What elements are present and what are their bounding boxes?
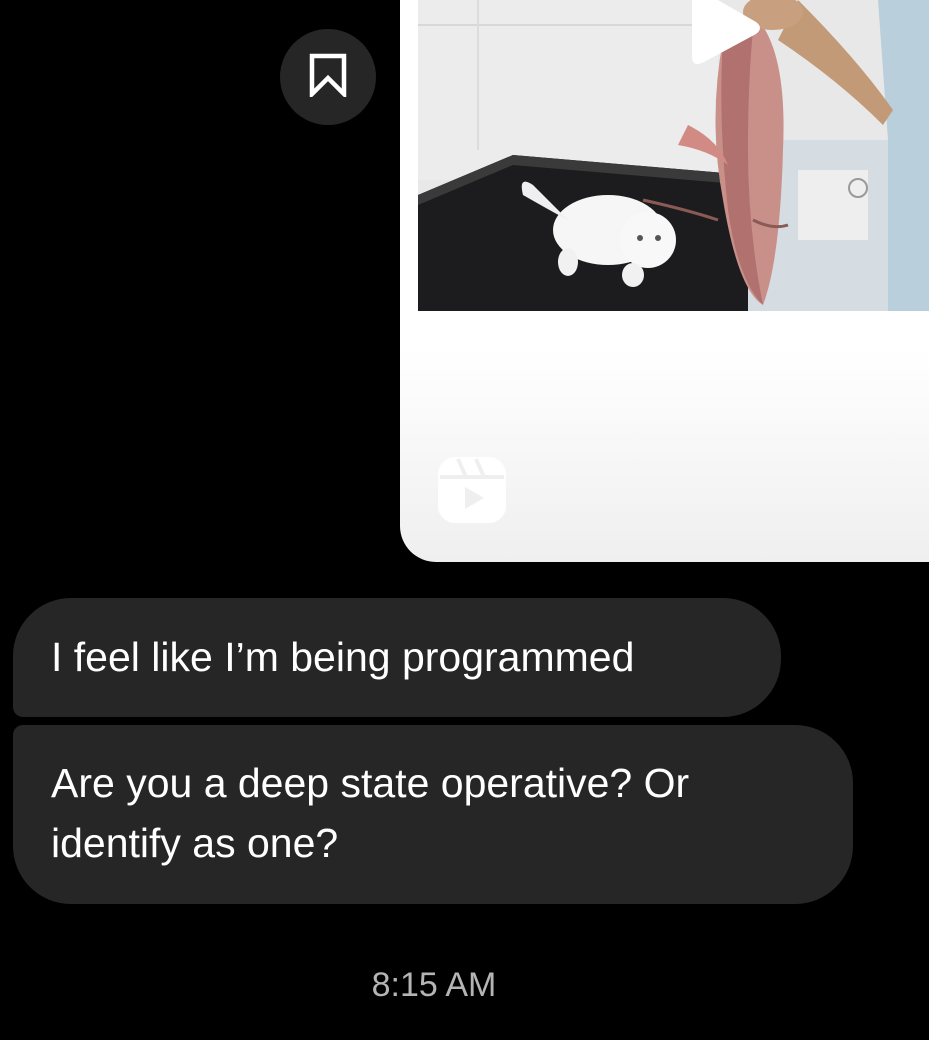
reel-thumbnail[interactable]: [418, 0, 929, 311]
message-bubble[interactable]: Are you a deep state operative? Or ident…: [13, 725, 853, 904]
play-icon: [684, 0, 764, 64]
bookmark-icon: [308, 53, 348, 102]
message-text: I feel like I’m being programmed: [51, 634, 635, 680]
reels-icon: [438, 457, 506, 523]
message-timestamp: 8:15 AM: [371, 966, 497, 1004]
save-reel-button[interactable]: [280, 29, 376, 125]
message-bubble[interactable]: I feel like I’m being programmed: [13, 598, 781, 717]
shared-reel-card[interactable]: [400, 0, 929, 562]
message-text: Are you a deep state operative? Or ident…: [51, 760, 690, 866]
